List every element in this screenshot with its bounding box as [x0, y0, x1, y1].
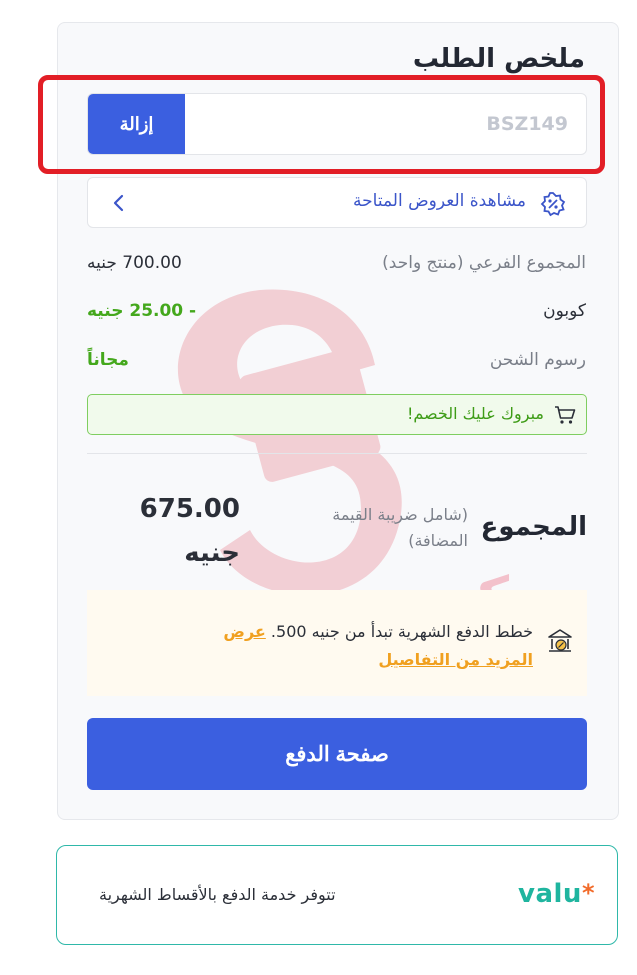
- valu-card: valu* تتوفر خدمة الدفع بالأقساط الشهرية: [56, 845, 618, 945]
- coupon-label: كوبون: [543, 301, 586, 321]
- valu-message: تتوفر خدمة الدفع بالأقساط الشهرية: [99, 885, 336, 904]
- discount-badge-icon: [540, 192, 566, 217]
- discount-success-banner: مبروك عليك الخصم!: [87, 394, 587, 435]
- valu-star-icon: *: [581, 879, 595, 907]
- shipping-label: رسوم الشحن: [489, 350, 586, 370]
- total-value: 675.00 جنيه: [139, 494, 240, 568]
- valu-logo-text: valu: [518, 879, 582, 909]
- installments-text-block: خطط الدفع الشهرية تبدأ من جنيه 500. عرض …: [223, 618, 533, 674]
- divider: [87, 453, 587, 454]
- coupon-highlight-frame: [38, 75, 605, 174]
- total-label: المجموع: [480, 512, 587, 542]
- subtotal-label: المجموع الفرعي (منتج واحد): [382, 253, 586, 273]
- cart-icon: [555, 406, 576, 424]
- page-title: ملخص الطلب: [412, 44, 585, 74]
- subtotal-value: 700.00 جنيه: [87, 253, 182, 273]
- coupon-discount-value: - 25.00 جنيه: [87, 301, 197, 321]
- checkout-button[interactable]: صفحة الدفع: [87, 718, 587, 790]
- view-offers-button[interactable]: مشاهدة العروض المتاحة: [87, 177, 587, 228]
- shipping-value: مجاناً: [87, 350, 129, 370]
- vat-note: (شامل ضريبة القيمة المضافة): [332, 505, 468, 550]
- installments-text: خطط الدفع الشهرية تبدأ من جنيه 500.: [270, 622, 533, 641]
- view-offers-label: مشاهدة العروض المتاحة: [353, 191, 526, 211]
- valu-logo: valu*: [518, 879, 595, 909]
- bank-installments-icon: [548, 629, 572, 652]
- installments-banner: خطط الدفع الشهرية تبدأ من جنيه 500. عرض …: [87, 590, 587, 696]
- congrats-text: مبروك عليك الخصم!: [406, 404, 544, 423]
- chevron-left-icon: [113, 194, 124, 212]
